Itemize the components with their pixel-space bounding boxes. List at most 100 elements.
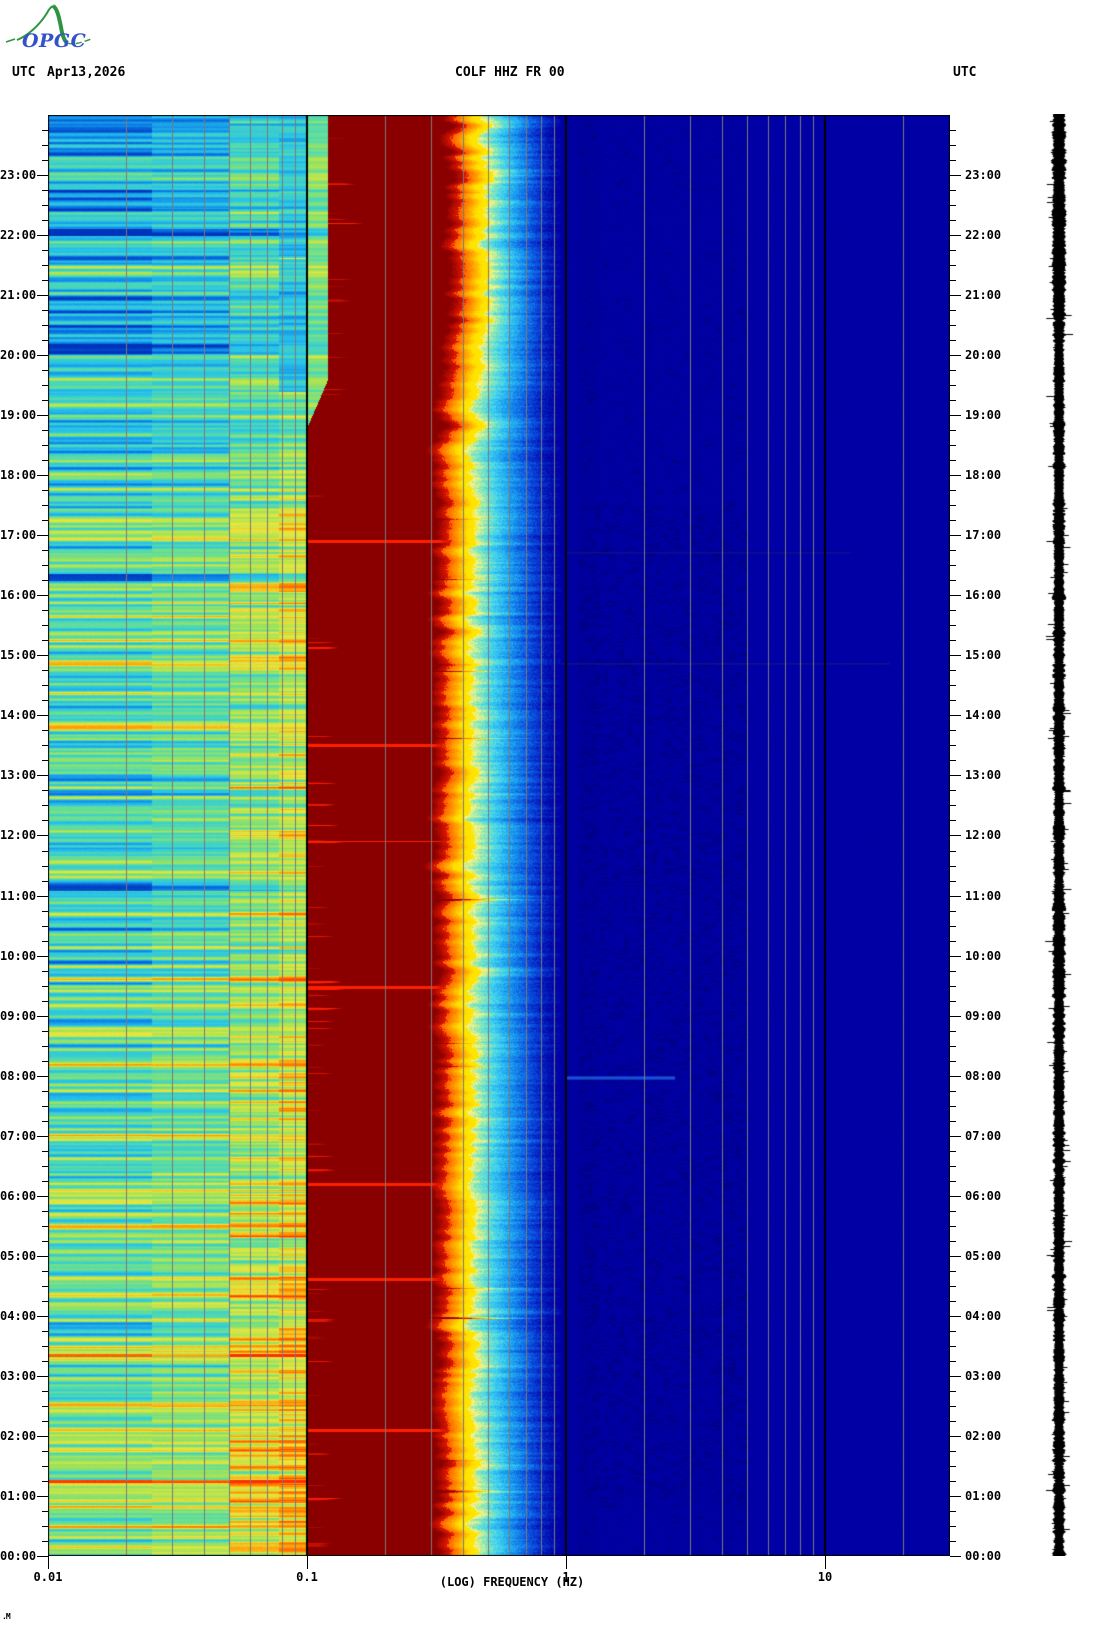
time-tick-left: [42, 460, 48, 461]
time-tick-right: [950, 1436, 961, 1437]
time-tick-right: [950, 1451, 956, 1452]
time-tick-right: [950, 1046, 956, 1047]
time-label-right: 08:00: [965, 1069, 1002, 1083]
time-tick-right: [950, 1181, 956, 1182]
time-tick-right: [950, 760, 956, 761]
time-tick-left: [42, 580, 48, 581]
time-tick-left: [42, 265, 48, 266]
time-tick-right: [950, 986, 956, 987]
time-tick-right: [950, 370, 956, 371]
time-label-left: 17:00: [0, 528, 37, 542]
opgc-logo: OPGC: [5, 4, 92, 52]
time-tick-right: [950, 896, 961, 897]
time-tick-right: [950, 1511, 956, 1512]
time-tick-left: [42, 1481, 48, 1482]
freq-tick: [566, 1556, 567, 1569]
time-tick-left: [37, 1316, 48, 1317]
time-tick-right: [950, 1241, 956, 1242]
time-tick-left: [37, 1376, 48, 1377]
time-tick-left: [37, 535, 48, 536]
time-tick-left: [42, 640, 48, 641]
spectrogram-canvas: [48, 115, 950, 1556]
time-tick-left: [42, 1301, 48, 1302]
time-tick-right: [950, 926, 956, 927]
time-label-right: 21:00: [965, 288, 1002, 302]
time-tick-left: [42, 986, 48, 987]
time-tick-left: [42, 1226, 48, 1227]
time-tick-right: [950, 355, 961, 356]
time-label-right: 01:00: [965, 1489, 1002, 1503]
time-label-right: 06:00: [965, 1189, 1002, 1203]
time-tick-right: [950, 295, 961, 296]
time-label-right: 20:00: [965, 348, 1002, 362]
freq-tick-label: 1: [562, 1570, 570, 1584]
time-tick-right: [950, 460, 956, 461]
time-label-right: 03:00: [965, 1369, 1002, 1383]
time-tick-right: [950, 130, 956, 131]
time-label-right: 05:00: [965, 1249, 1002, 1263]
time-tick-left: [42, 820, 48, 821]
page: OPGC UTC Apr13,2026 COLF HHZ FR 00 UTC (…: [0, 0, 1102, 1634]
time-label-left: 14:00: [0, 708, 37, 722]
time-tick-left: [37, 595, 48, 596]
time-label-right: 16:00: [965, 588, 1002, 602]
time-tick-right: [950, 1106, 956, 1107]
time-tick-left: [37, 1016, 48, 1017]
time-tick-left: [37, 1436, 48, 1437]
time-tick-left: [42, 490, 48, 491]
time-tick-left: [42, 1286, 48, 1287]
time-tick-left: [37, 1076, 48, 1077]
time-tick-right: [950, 415, 961, 416]
time-label-right: 00:00: [965, 1549, 1002, 1563]
time-tick-left: [37, 1496, 48, 1497]
time-tick-left: [42, 340, 48, 341]
time-tick-right: [950, 820, 956, 821]
freq-tick-label: 0.01: [33, 1570, 63, 1584]
freq-tick: [307, 1556, 308, 1569]
time-label-left: 07:00: [0, 1129, 37, 1143]
time-tick-right: [950, 445, 956, 446]
time-tick-left: [42, 805, 48, 806]
corner-mark: .M: [2, 1612, 11, 1621]
time-tick-left: [42, 1511, 48, 1512]
time-tick-right: [950, 385, 956, 386]
time-tick-left: [42, 1451, 48, 1452]
seismogram-trace-canvas: [1041, 114, 1077, 1556]
time-tick-left: [42, 1151, 48, 1152]
time-tick-right: [950, 220, 956, 221]
time-tick-right: [950, 1016, 961, 1017]
time-tick-left: [37, 835, 48, 836]
time-tick-right: [950, 580, 956, 581]
time-tick-left: [42, 145, 48, 146]
time-tick-right: [950, 145, 956, 146]
time-label-left: 04:00: [0, 1309, 37, 1323]
time-tick-right: [950, 956, 961, 957]
time-tick-left: [37, 1556, 48, 1557]
time-tick-left: [42, 1466, 48, 1467]
time-tick-right: [950, 655, 961, 656]
time-tick-right: [950, 160, 956, 161]
time-tick-right: [950, 745, 956, 746]
time-label-left: 13:00: [0, 768, 37, 782]
date-label: Apr13,2026: [47, 65, 126, 80]
time-tick-left: [42, 1001, 48, 1002]
time-label-left: 11:00: [0, 889, 37, 903]
time-tick-right: [950, 1211, 956, 1212]
time-tick-left: [42, 400, 48, 401]
freq-tick: [48, 1556, 49, 1569]
time-label-right: 11:00: [965, 889, 1002, 903]
time-tick-left: [42, 520, 48, 521]
time-tick-right: [950, 1271, 956, 1272]
time-label-left: 05:00: [0, 1249, 37, 1263]
time-tick-right: [950, 1466, 956, 1467]
time-tick-left: [42, 971, 48, 972]
time-tick-left: [42, 911, 48, 912]
time-tick-left: [37, 235, 48, 236]
time-tick-left: [37, 355, 48, 356]
time-label-right: 23:00: [965, 168, 1002, 182]
time-tick-right: [950, 205, 956, 206]
time-tick-left: [42, 1061, 48, 1062]
time-tick-right: [950, 550, 956, 551]
time-label-left: 22:00: [0, 228, 37, 242]
time-tick-left: [42, 926, 48, 927]
